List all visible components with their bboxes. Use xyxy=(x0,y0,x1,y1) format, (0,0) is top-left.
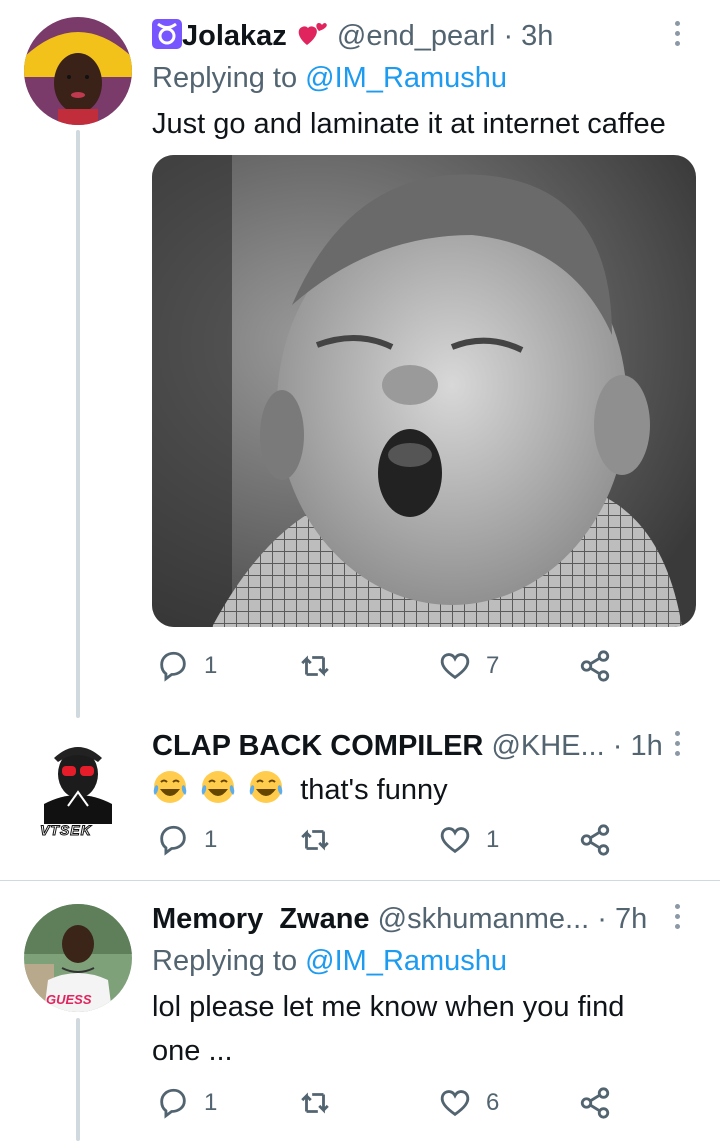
handle[interactable]: @KHE... xyxy=(491,730,604,762)
retweet-button[interactable] xyxy=(298,820,346,860)
handle[interactable]: @skhumanme... xyxy=(378,903,590,935)
retweet-icon xyxy=(301,829,329,851)
avatar[interactable]: VTSEK xyxy=(24,726,132,839)
thread-line xyxy=(76,1018,80,1141)
reply-button[interactable]: 1 xyxy=(156,646,217,686)
retweet-button[interactable] xyxy=(298,1083,346,1123)
replying-to: Replying to @IM_Ramushu xyxy=(152,945,508,977)
replying-to: Replying to @IM_Ramushu xyxy=(152,62,508,94)
more-icon[interactable] xyxy=(670,18,684,52)
like-icon xyxy=(440,1090,470,1117)
retweet-icon xyxy=(301,1092,329,1114)
mention-link[interactable]: @IM_Ramushu xyxy=(305,62,507,94)
reply-icon xyxy=(160,825,186,856)
tweet-memory-zwane[interactable]: GUESS Memory Zwane @skhumanme... · 7h Re… xyxy=(0,881,720,1141)
tweet-text-line: one ... xyxy=(152,1035,233,1067)
share-icon xyxy=(580,650,610,682)
tweet-media-yawning-baby[interactable] xyxy=(152,155,696,627)
mention-link[interactable]: @IM_Ramushu xyxy=(305,945,507,977)
tears-of-joy-emoji xyxy=(200,771,248,806)
reply-button[interactable]: 1 xyxy=(156,1083,217,1123)
display-name[interactable]: CLAP BACK COMPILER xyxy=(152,730,483,762)
like-icon xyxy=(440,653,470,680)
share-button[interactable] xyxy=(578,1083,612,1123)
avatar[interactable]: GUESS xyxy=(24,904,132,1012)
share-icon xyxy=(580,1087,610,1119)
avatar-shirt-text: GUESS xyxy=(46,992,92,1007)
tweet-actions: 1 7 xyxy=(152,646,696,686)
handle[interactable]: @end_pearl xyxy=(337,20,495,52)
tweet-header: CLAP BACK COMPILER @KHE... · 1h xyxy=(152,726,696,766)
retweet-icon xyxy=(301,655,329,677)
avatar[interactable] xyxy=(24,17,132,125)
share-icon xyxy=(580,824,610,856)
display-name[interactable]: Jolakaz xyxy=(182,20,287,52)
taurus-icon xyxy=(152,19,182,49)
thread-line xyxy=(76,130,80,718)
timestamp[interactable]: 1h xyxy=(630,730,662,762)
timestamp[interactable]: 7h xyxy=(615,903,647,935)
tweet-text-row: that's funny xyxy=(152,766,696,814)
like-button[interactable]: 1 xyxy=(438,820,499,860)
display-name[interactable]: Memory Zwane xyxy=(152,903,370,935)
tweet-clap-back-compiler[interactable]: VTSEK CLAP BACK COMPILER @KHE... · 1h th… xyxy=(0,718,720,880)
like-button[interactable]: 7 xyxy=(438,646,499,686)
tears-of-joy-emoji xyxy=(152,771,200,806)
reply-icon xyxy=(160,1088,186,1119)
avatar-caption: VTSEK xyxy=(40,822,92,839)
tweet-text-line: lol please let me know when you find xyxy=(152,991,625,1023)
tweet-text: Just go and laminate it at internet caff… xyxy=(152,108,666,140)
tweet-actions: 1 1 xyxy=(152,820,696,860)
share-button[interactable] xyxy=(578,820,612,860)
tweet-actions: 1 6 xyxy=(152,1083,696,1123)
tweet-header: Jolakaz @end_pearl · 3h xyxy=(152,16,696,56)
tweet-jolakaz[interactable]: Jolakaz @end_pearl · 3h Replying to @IM_… xyxy=(0,0,720,718)
tweet-header: Memory Zwane @skhumanme... · 7h xyxy=(152,899,696,939)
share-button[interactable] xyxy=(578,646,612,686)
like-icon xyxy=(440,827,470,854)
reply-icon xyxy=(160,651,186,682)
more-icon[interactable] xyxy=(670,728,684,762)
timestamp[interactable]: 3h xyxy=(521,20,553,52)
red-heart-icon xyxy=(297,18,329,58)
retweet-button[interactable] xyxy=(298,646,346,686)
reply-button[interactable]: 1 xyxy=(156,820,217,860)
tweet-text: lol please let me know when you find one… xyxy=(152,985,696,1073)
more-icon[interactable] xyxy=(670,901,684,935)
like-button[interactable]: 6 xyxy=(438,1083,499,1123)
tears-of-joy-emoji xyxy=(248,771,296,806)
tweet-text: that's funny xyxy=(300,774,448,806)
